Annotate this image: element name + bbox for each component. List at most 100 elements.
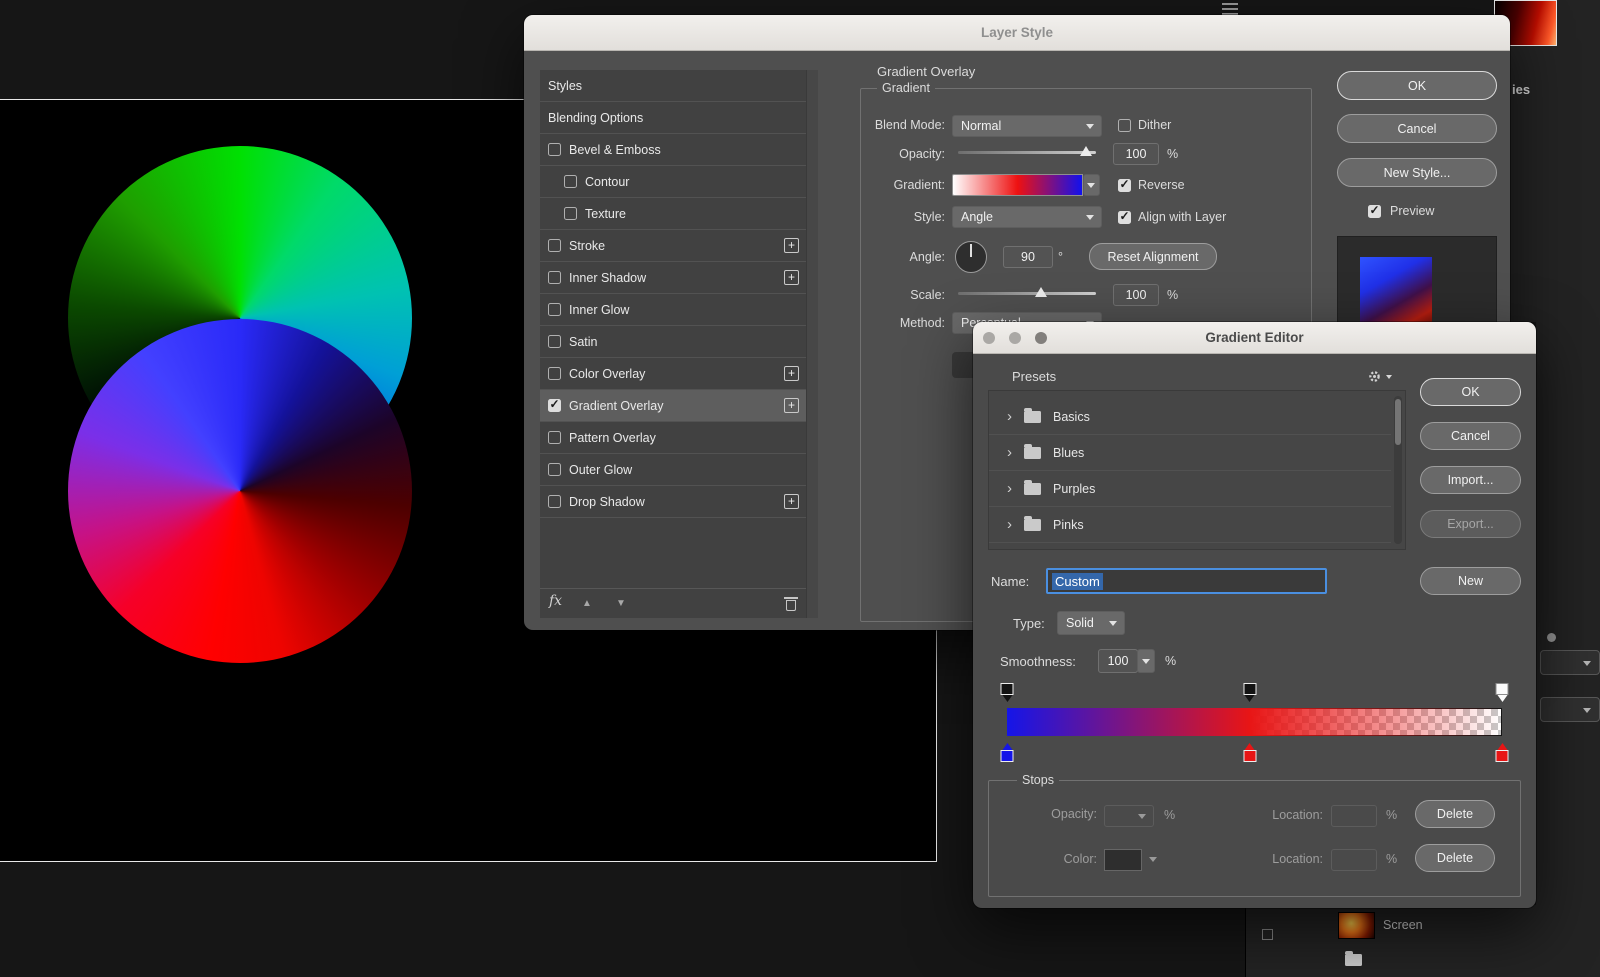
folder-icon[interactable] <box>1345 951 1362 966</box>
styles-item-blending-options[interactable]: Blending Options <box>540 102 806 134</box>
effect-checkbox[interactable]: ✓ <box>564 175 577 188</box>
styles-item-pattern-overlay[interactable]: ✓Pattern Overlay <box>540 422 806 454</box>
dropdown-fragment[interactable] <box>1540 650 1600 675</box>
scrollbar-thumb[interactable] <box>1395 399 1401 445</box>
chevron-right-icon[interactable]: › <box>1007 481 1012 496</box>
new-button[interactable]: New <box>1420 567 1521 595</box>
gradient-name-input[interactable]: Custom <box>1046 568 1327 594</box>
reset-alignment-button[interactable]: Reset Alignment <box>1089 243 1217 270</box>
styles-item-drop-shadow[interactable]: ✓Drop Shadow+ <box>540 486 806 518</box>
smoothness-dropdown-arrow[interactable] <box>1137 649 1155 673</box>
color-stop[interactable] <box>1000 743 1014 762</box>
effect-checkbox[interactable]: ✓ <box>548 367 561 380</box>
gear-icon[interactable] <box>1367 369 1382 384</box>
reverse-checkbox[interactable]: ✓ <box>1118 177 1131 192</box>
styles-item-contour[interactable]: ✓Contour <box>540 166 806 198</box>
styles-item-bevel-emboss[interactable]: ✓Bevel & Emboss <box>540 134 806 166</box>
effect-checkbox[interactable]: ✓ <box>548 335 561 348</box>
delete-opacity-stop-button[interactable]: Delete <box>1415 800 1495 828</box>
chevron-right-icon[interactable]: › <box>1007 409 1012 424</box>
styles-list-scroll-track[interactable] <box>806 70 818 618</box>
styles-item-texture[interactable]: ✓Texture <box>540 198 806 230</box>
preset-folder-pinks[interactable]: › Pinks <box>989 507 1391 543</box>
chevron-right-icon[interactable]: › <box>1007 445 1012 460</box>
color-swatch-chevron-icon[interactable] <box>1149 857 1157 862</box>
styles-item-styles[interactable]: Styles <box>540 70 806 102</box>
effect-checkbox[interactable]: ✓ <box>548 239 561 252</box>
link-checkbox-icon[interactable] <box>1262 929 1273 940</box>
add-effect-icon[interactable]: + <box>784 493 799 509</box>
stop-opacity-select[interactable] <box>1104 805 1154 827</box>
cancel-button[interactable]: Cancel <box>1420 422 1521 450</box>
opacity-input[interactable]: 100 <box>1113 143 1159 165</box>
styles-item-inner-glow[interactable]: ✓Inner Glow <box>540 294 806 326</box>
gear-menu-chevron-icon[interactable] <box>1386 375 1392 379</box>
panel-menu-icon[interactable] <box>1222 3 1238 15</box>
styles-item-stroke[interactable]: ✓Stroke+ <box>540 230 806 262</box>
effect-checkbox[interactable]: ✓ <box>548 143 561 156</box>
effect-checkbox[interactable]: ✓ <box>548 303 561 316</box>
zoom-icon[interactable] <box>1035 332 1047 344</box>
align-checkbox[interactable]: ✓ <box>1118 209 1131 224</box>
close-icon[interactable] <box>983 332 995 344</box>
gradient-swatch[interactable] <box>952 174 1083 196</box>
angle-dial[interactable] <box>955 241 987 273</box>
minimize-icon[interactable] <box>1009 332 1021 344</box>
effect-checkbox[interactable]: ✓ <box>548 495 561 508</box>
opacity-stop[interactable] <box>1495 683 1509 702</box>
styles-item-satin[interactable]: ✓Satin <box>540 326 806 358</box>
add-effect-icon[interactable]: + <box>784 237 799 253</box>
dropdown-fragment[interactable] <box>1540 697 1600 722</box>
preset-folder-basics[interactable]: › Basics <box>989 399 1391 435</box>
preset-folder-purples[interactable]: › Purples <box>989 471 1391 507</box>
cancel-button[interactable]: Cancel <box>1337 114 1497 143</box>
stop-color-swatch[interactable] <box>1104 849 1142 871</box>
blend-mode-select[interactable]: Normal <box>952 115 1102 137</box>
effect-checkbox[interactable]: ✓ <box>564 207 577 220</box>
opacity-slider[interactable] <box>958 144 1096 160</box>
layer-style-titlebar[interactable]: Layer Style <box>524 15 1510 51</box>
delete-effect-icon[interactable] <box>784 596 798 611</box>
angle-input[interactable]: 90 <box>1003 246 1053 268</box>
styles-item-gradient-overlay[interactable]: ✓ Gradient Overlay + <box>540 390 806 422</box>
slider-thumb[interactable] <box>1034 287 1047 297</box>
effect-checkbox[interactable]: ✓ <box>548 397 561 412</box>
ok-button[interactable]: OK <box>1420 378 1521 406</box>
add-effect-icon[interactable]: + <box>784 269 799 285</box>
delete-color-stop-button[interactable]: Delete <box>1415 844 1495 872</box>
effect-checkbox[interactable]: ✓ <box>548 271 561 284</box>
add-effect-icon[interactable]: + <box>784 365 799 381</box>
ok-button[interactable]: OK <box>1337 71 1497 100</box>
type-select[interactable]: Solid <box>1057 611 1125 635</box>
styles-item-outer-glow[interactable]: ✓Outer Glow <box>540 454 806 486</box>
preset-folder-blues[interactable]: › Blues <box>989 435 1391 471</box>
chevron-right-icon[interactable]: › <box>1007 517 1012 532</box>
color-stop[interactable] <box>1495 743 1509 762</box>
smoothness-input[interactable]: 100 <box>1098 649 1138 673</box>
styles-item-inner-shadow[interactable]: ✓Inner Shadow+ <box>540 262 806 294</box>
color-stop[interactable] <box>1243 743 1257 762</box>
gradient-picker-arrow[interactable] <box>1083 174 1100 196</box>
opacity-stop[interactable] <box>1243 683 1257 702</box>
new-style-button[interactable]: New Style... <box>1337 158 1497 187</box>
effect-checkbox[interactable]: ✓ <box>548 431 561 444</box>
stop-location-input[interactable] <box>1331 849 1377 871</box>
import-button[interactable]: Import... <box>1420 466 1521 494</box>
layer-thumbnail[interactable] <box>1338 912 1375 939</box>
move-down-icon[interactable]: ▼ <box>616 598 626 609</box>
move-up-icon[interactable]: ▲ <box>582 598 592 609</box>
effect-checkbox[interactable]: ✓ <box>548 463 561 476</box>
presets-scrollbar[interactable] <box>1394 396 1402 544</box>
gradient-editor-titlebar[interactable]: Gradient Editor <box>973 322 1536 354</box>
slider-thumb[interactable] <box>1080 146 1093 156</box>
style-select[interactable]: Angle <box>952 206 1102 228</box>
stop-location-input[interactable] <box>1331 805 1377 827</box>
dither-checkbox[interactable]: ✓ <box>1118 119 1131 132</box>
preview-checkbox[interactable]: ✓ <box>1368 203 1381 218</box>
opacity-stop[interactable] <box>1000 683 1014 702</box>
scale-input[interactable]: 100 <box>1113 284 1159 306</box>
gradient-bar[interactable] <box>1000 683 1509 762</box>
scale-slider[interactable] <box>958 285 1096 301</box>
add-effect-icon[interactable]: + <box>784 397 799 413</box>
styles-item-color-overlay[interactable]: ✓Color Overlay+ <box>540 358 806 390</box>
